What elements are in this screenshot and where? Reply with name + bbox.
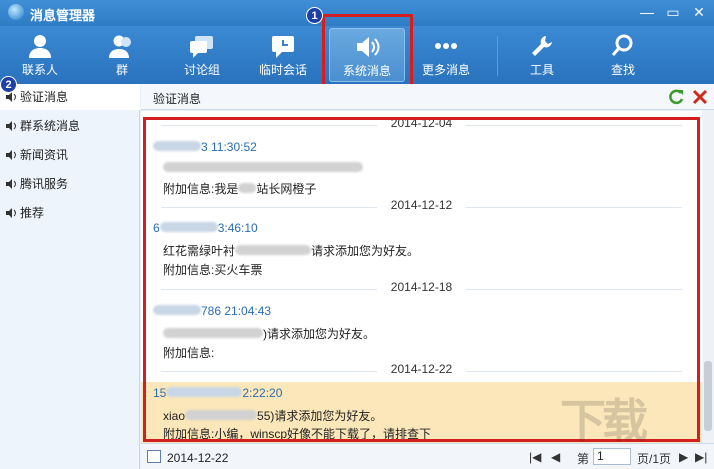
window-title: 消息管理器	[30, 8, 96, 23]
sidebar-item-group-system[interactable]: 群系统消息	[0, 113, 140, 139]
more-icon	[435, 43, 457, 49]
speaker-icon	[6, 121, 16, 131]
watermark-logo: 下载	[560, 395, 648, 447]
refresh-icon[interactable]	[668, 89, 684, 105]
tab-contacts[interactable]: 联系人	[2, 28, 78, 82]
sidebar-item-label: 群系统消息	[20, 119, 81, 133]
minimize-button[interactable]: —	[634, 2, 660, 22]
sidebar-item-news[interactable]: 新闻资讯	[0, 142, 140, 168]
sidebar: 验证消息 群系统消息 新闻资讯 腾讯服务 推荐	[0, 84, 140, 469]
content-header: 验证消息	[141, 84, 714, 110]
group-icon	[109, 35, 131, 58]
tab-groups[interactable]: 群	[84, 28, 160, 82]
tab-search[interactable]: 查找	[585, 28, 661, 82]
tab-contacts-label: 联系人	[21, 63, 58, 77]
tab-groups-label: 群	[115, 63, 128, 77]
sidebar-item-recommend[interactable]: 推荐	[0, 200, 140, 226]
contacts-icon	[29, 35, 51, 58]
search-icon	[611, 34, 633, 56]
speaker-icon	[6, 208, 16, 218]
tab-tools[interactable]: 工具	[504, 28, 580, 82]
annotation-highlight-toolbar	[322, 14, 413, 91]
tab-discussion[interactable]: 讨论组	[164, 28, 240, 82]
toolbar-divider	[497, 36, 498, 76]
sidebar-item-label: 新闻资讯	[20, 148, 69, 162]
sidebar-item-label: 推荐	[20, 206, 45, 220]
restore-button[interactable]: ▭	[660, 2, 686, 22]
tab-temp-chat-label: 临时会话	[258, 63, 307, 77]
prev-page-icon[interactable]: ◀	[551, 450, 560, 464]
tab-tools-label: 工具	[529, 63, 554, 77]
speaker-icon	[6, 179, 16, 189]
app-logo-icon	[8, 4, 24, 20]
delete-icon[interactable]	[692, 89, 708, 105]
wrench-icon	[532, 36, 552, 56]
speaker-icon	[6, 92, 16, 102]
content-title: 验证消息	[153, 92, 202, 106]
tab-more-messages[interactable]: 更多消息	[408, 28, 484, 82]
annotation-badge-1: 1	[306, 7, 323, 24]
discussion-icon	[190, 36, 213, 58]
footer-date: 2014-12-22	[167, 451, 229, 465]
first-page-icon[interactable]: |◀	[529, 450, 541, 464]
calendar-icon[interactable]	[147, 450, 161, 463]
annotation-badge-2: 2	[0, 76, 17, 93]
sidebar-item-label: 腾讯服务	[20, 177, 69, 191]
sidebar-item-label: 验证消息	[20, 90, 69, 104]
temp-chat-icon	[272, 36, 294, 58]
tab-discussion-label: 讨论组	[183, 63, 220, 77]
tab-search-label: 查找	[610, 63, 635, 77]
speaker-icon	[6, 150, 16, 160]
sidebar-item-verify[interactable]: 验证消息	[0, 84, 140, 110]
close-button[interactable]: ✕	[686, 2, 712, 22]
tab-more-messages-label: 更多消息	[421, 63, 470, 77]
tab-temp-chat[interactable]: 临时会话	[245, 28, 321, 82]
sidebar-item-tencent-service[interactable]: 腾讯服务	[0, 171, 140, 197]
